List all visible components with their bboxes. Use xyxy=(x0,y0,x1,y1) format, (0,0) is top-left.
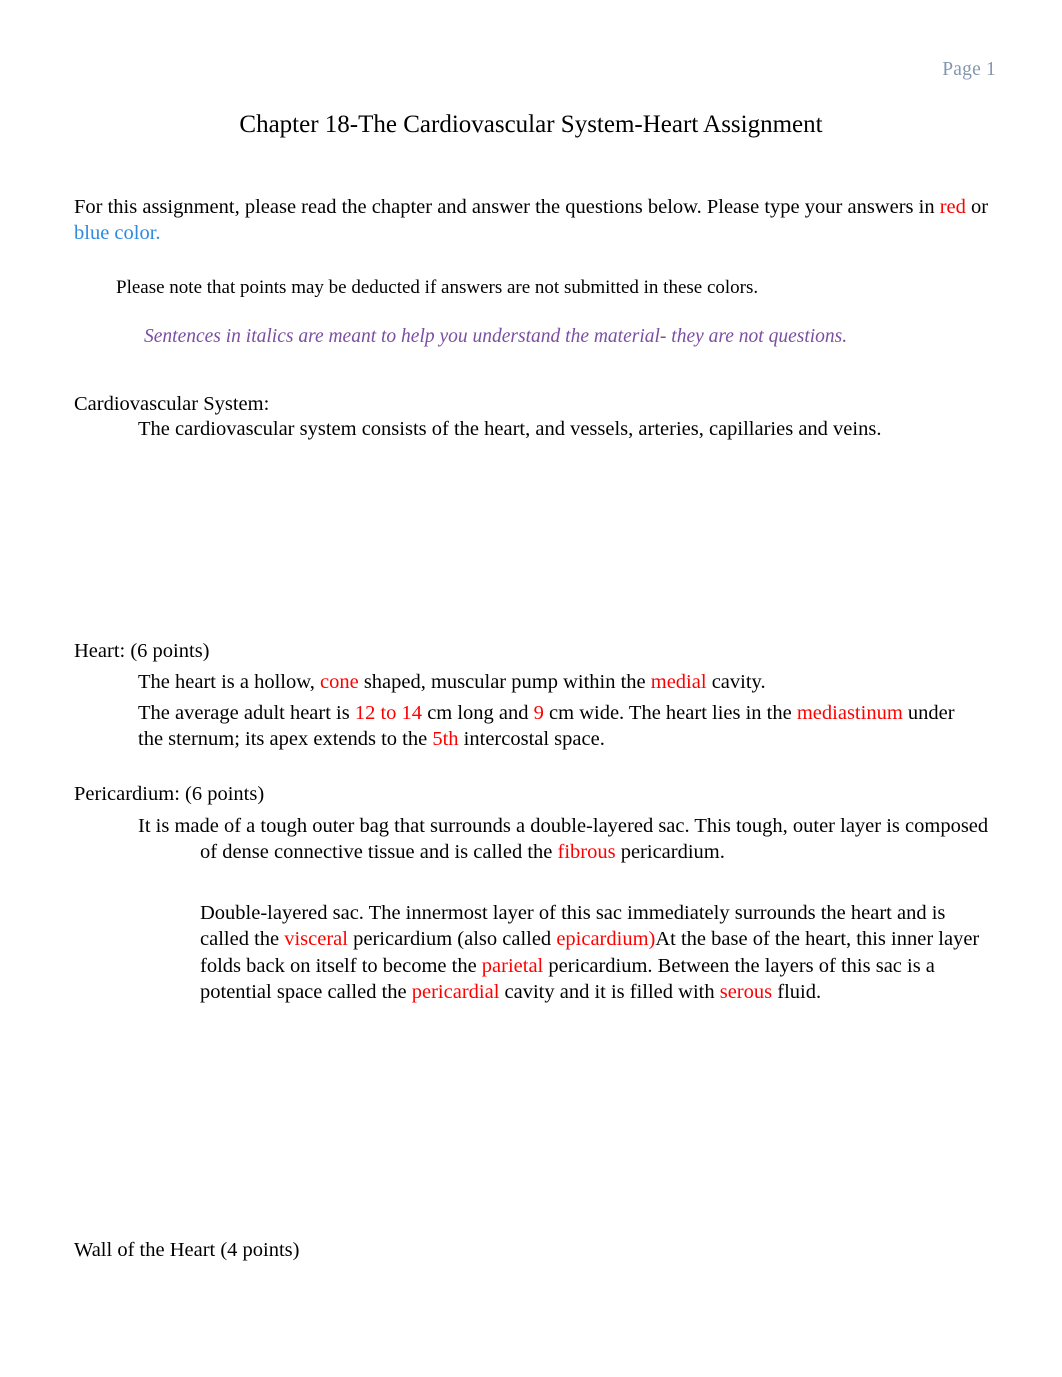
peri-p1-text-2: of dense connective tissue and is called… xyxy=(200,841,558,864)
heart-l1-text-2: shaped, muscular pump within the xyxy=(358,670,651,693)
italics-explanation-note: Sentences in italics are meant to help y… xyxy=(144,325,848,347)
heart-l2-text-1: The average adult heart is xyxy=(138,701,355,724)
peri-p1-answer-fibrous: fibrous xyxy=(557,841,616,864)
intro-red-word: red xyxy=(939,195,966,218)
peri-p2-text-6: fluid. xyxy=(772,981,822,1004)
peri-p1-line-1: It is made of a tough outer bag that sur… xyxy=(138,814,989,837)
peri-p1-text-3: pericardium. xyxy=(615,841,725,864)
heart-l1-text-3: cavity. xyxy=(706,670,766,693)
peri-p2-answer-parietal: parietal xyxy=(481,954,544,977)
section-heading-cardiovascular-system: Cardiovascular System: xyxy=(74,392,270,415)
pericardium-paragraph-1: It is made of a tough outer bag that sur… xyxy=(138,813,990,866)
heart-l1-answer-cone: cone xyxy=(319,670,359,693)
intro-blue-word: blue color. xyxy=(74,222,161,245)
cardiovascular-system-answer: The cardiovascular system consists of th… xyxy=(138,417,882,440)
heart-answer-line-2: The average adult heart is 12 to 14 cm l… xyxy=(138,700,983,753)
peri-p2-answer-epicardium: epicardium) xyxy=(556,928,656,951)
heart-l1-answer-medial: medial xyxy=(650,670,707,693)
heart-l2-text-3: cm wide. The heart lies in the xyxy=(543,701,797,724)
heart-l1-text-1: The heart is a hollow, xyxy=(138,670,320,693)
section-heading-heart: Heart: (6 points) xyxy=(74,639,210,662)
peri-p2-text-5: cavity and it is filled with xyxy=(499,981,720,1004)
heart-l2-text-2: cm long and xyxy=(422,701,534,724)
document-title: Chapter 18-The Cardiovascular System-Hea… xyxy=(239,111,823,138)
heart-l2-text-5: intercostal space. xyxy=(458,728,605,751)
section-heading-pericardium: Pericardium: (6 points) xyxy=(74,782,265,805)
heart-l2-answer-width: 9 xyxy=(533,701,544,724)
section-heading-wall-of-the-heart: Wall of the Heart (4 points) xyxy=(74,1238,300,1261)
heart-l2-answer-length: 12 to 14 xyxy=(354,701,423,724)
peri-p1-line-2: of dense connective tissue and is called… xyxy=(138,839,990,866)
points-deduction-note: Please note that points may be deducted … xyxy=(116,277,759,298)
intro-paragraph: For this assignment, please read the cha… xyxy=(74,194,992,247)
peri-p2-text-2: pericardium (also called xyxy=(347,928,557,951)
intro-conjunction: or xyxy=(965,195,989,218)
heart-l2-answer-intercostal: 5th xyxy=(432,728,459,751)
intro-text-lead: For this assignment, please read the cha… xyxy=(74,195,940,218)
peri-p2-answer-visceral: visceral xyxy=(284,928,348,951)
pericardium-paragraph-2: Double-layered sac. The innermost layer … xyxy=(200,900,992,1007)
heart-l2-answer-mediastinum: mediastinum xyxy=(796,701,903,724)
document-page: Page 1 Chapter 18-The Cardiovascular Sys… xyxy=(0,0,1062,1377)
peri-p2-answer-serous: serous xyxy=(719,981,773,1004)
page-number-header: Page 1 xyxy=(942,59,996,80)
heart-answer-line-1: The heart is a hollow, cone shaped, musc… xyxy=(138,669,978,696)
peri-p2-answer-pericardial: pericardial xyxy=(411,981,500,1004)
